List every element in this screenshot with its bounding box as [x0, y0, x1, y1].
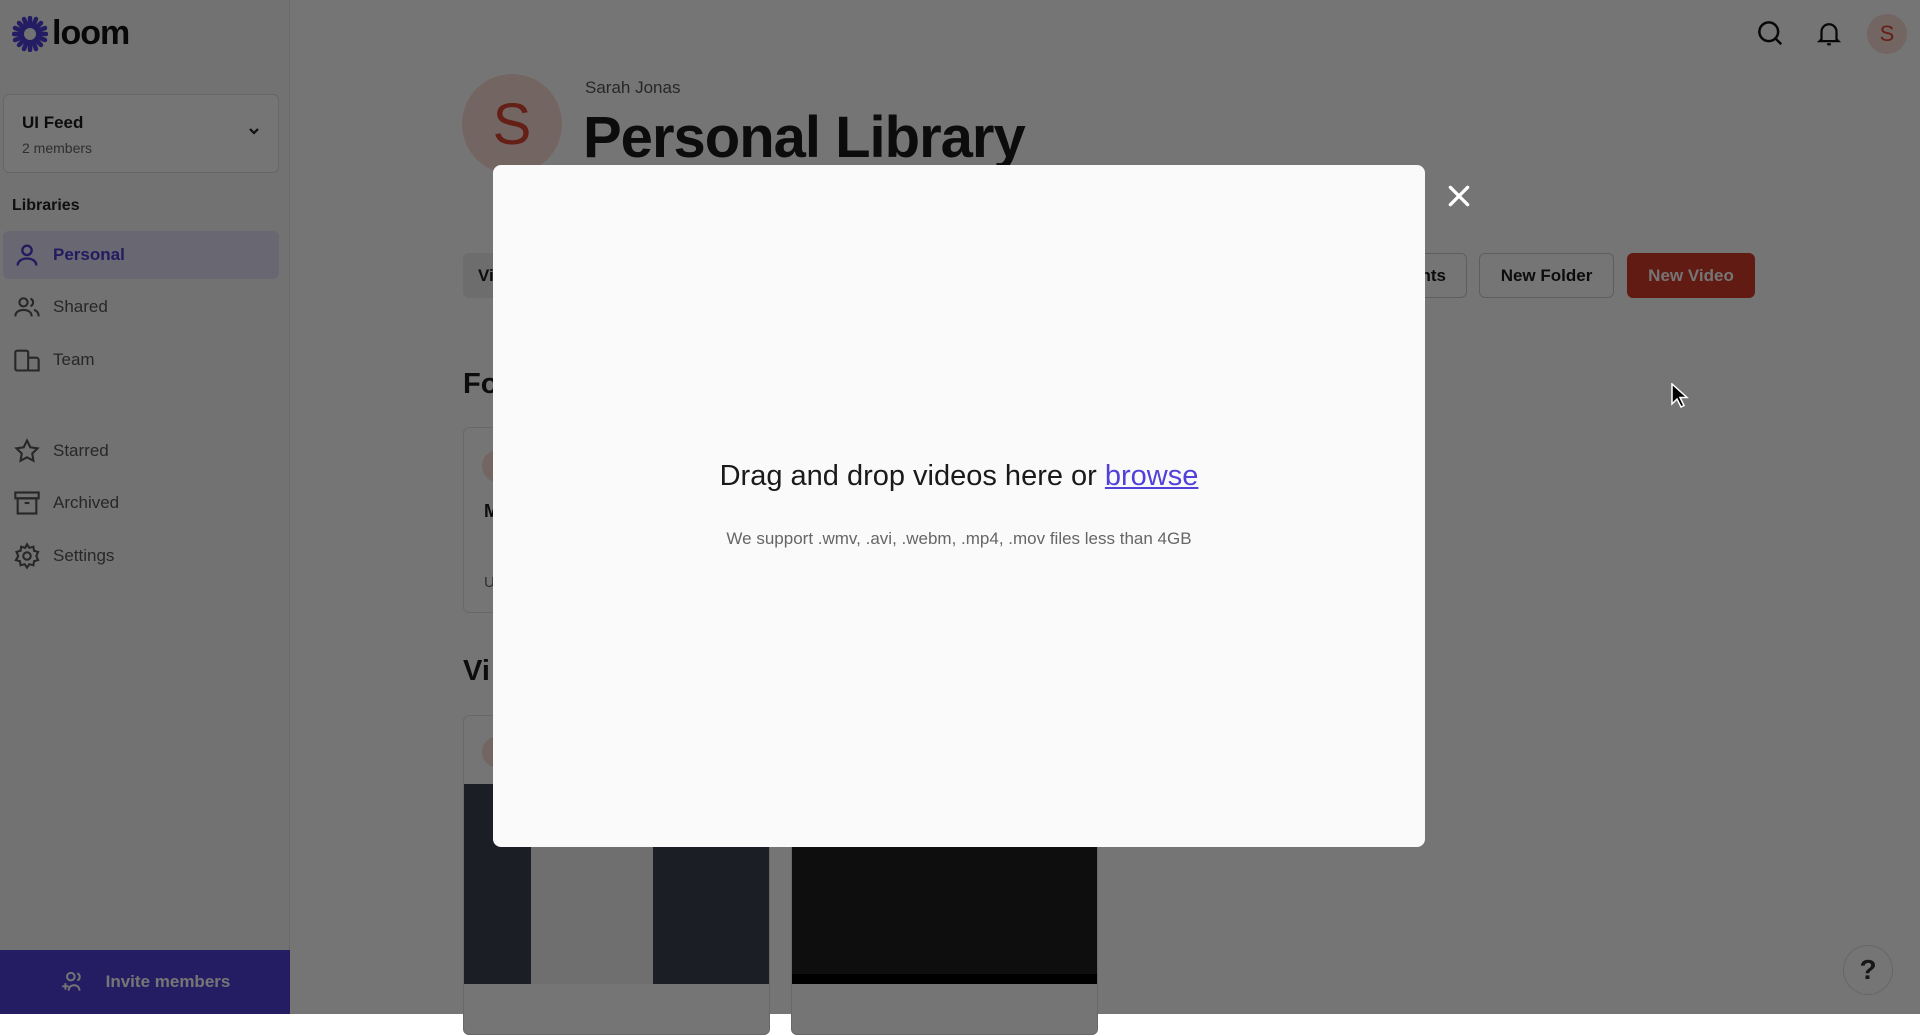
- sidebar-item-archived[interactable]: Archived: [3, 479, 279, 527]
- archive-icon: [14, 491, 40, 515]
- person-icon: [16, 244, 38, 266]
- library-owner: Sarah Jonas: [585, 78, 681, 97]
- sidebar-item-label: Team: [53, 350, 95, 369]
- search-icon[interactable]: [1755, 18, 1785, 48]
- sidebar-item-shared[interactable]: Shared: [3, 283, 279, 331]
- sidebar-item-label: Settings: [53, 546, 115, 565]
- workspace-switcher[interactable]: UI Feed 2 members: [3, 94, 279, 173]
- logo-text: loom: [52, 14, 130, 52]
- close-icon[interactable]: [1446, 183, 1472, 209]
- drop-zone-prompt[interactable]: Drag and drop videos here or browse: [493, 460, 1425, 493]
- loom-logo[interactable]: loom: [12, 14, 130, 53]
- invite-members-label: Invite members: [105, 972, 231, 991]
- people-icon: [14, 297, 40, 317]
- chevron-down-icon: [249, 128, 259, 135]
- browse-link[interactable]: browse: [1105, 460, 1199, 492]
- sidebar-item-label: Archived: [53, 493, 120, 512]
- new-video-button[interactable]: New Video: [1627, 253, 1755, 298]
- new-folder-button[interactable]: New Folder: [1479, 253, 1614, 298]
- videos-heading: Vi: [463, 655, 490, 687]
- supported-formats: We support .wmv, .avi, .webm, .mp4, .mov…: [726, 529, 1192, 548]
- workspace-name: UI Feed: [22, 113, 84, 132]
- sidebar-item-label: Personal: [53, 245, 125, 264]
- help-button[interactable]: ?: [1843, 945, 1893, 995]
- library-avatar: S: [462, 74, 562, 174]
- sidebar-item-personal[interactable]: Personal: [3, 231, 279, 279]
- workspace-members: 2 members: [22, 140, 93, 156]
- loom-starburst-icon: [12, 15, 48, 52]
- libraries-label: Libraries: [12, 197, 80, 214]
- sidebar-item-label: Starred: [53, 441, 109, 460]
- bell-icon[interactable]: [1814, 18, 1844, 48]
- add-people-icon: [61, 971, 81, 991]
- upload-modal: Drag and drop videos here or browse We s…: [493, 165, 1425, 847]
- sidebar-item-label: Shared: [53, 297, 108, 316]
- sidebar-item-team[interactable]: Team: [3, 336, 279, 384]
- star-icon: [14, 438, 40, 463]
- sidebar: loom UI Feed 2 members Libraries Persona…: [0, 0, 290, 1014]
- page-title: Personal Library: [583, 105, 1026, 170]
- invite-members-button[interactable]: Invite members: [0, 950, 290, 1014]
- drop-prompt-text: Drag and drop videos here or: [719, 460, 1105, 492]
- user-avatar[interactable]: S: [1867, 14, 1907, 54]
- sidebar-item-starred[interactable]: Starred: [3, 427, 279, 475]
- sidebar-item-settings[interactable]: Settings: [3, 532, 279, 580]
- gear-icon: [14, 542, 40, 570]
- building-icon: [14, 349, 40, 372]
